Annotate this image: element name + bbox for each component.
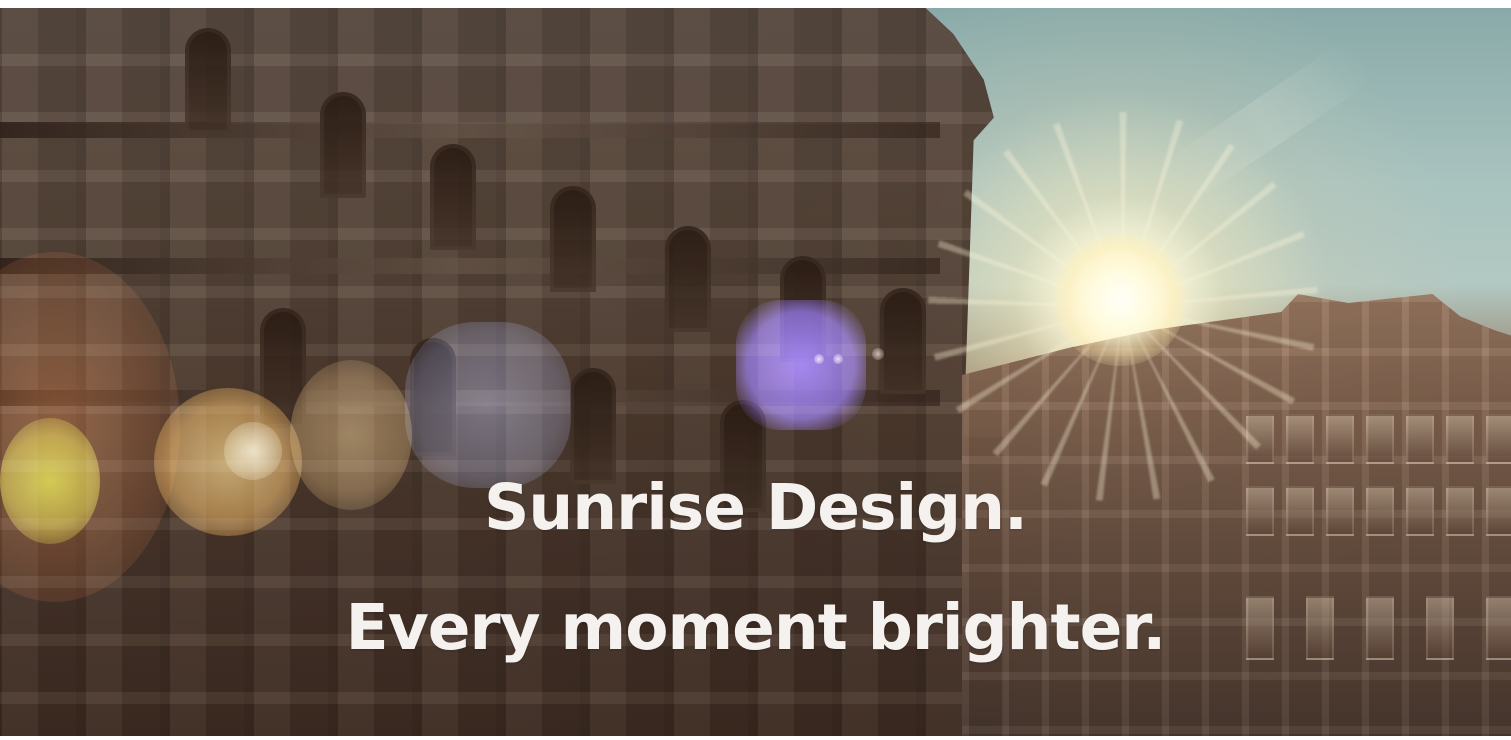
page: Sunrise Design. Every moment brighter.	[0, 0, 1511, 740]
hero-headline: Sunrise Design. Every moment brighter.	[0, 448, 1511, 688]
bottom-page-border	[0, 736, 1511, 740]
hero-banner: Sunrise Design. Every moment brighter.	[0, 8, 1511, 736]
headline-line-1: Sunrise Design.	[484, 471, 1028, 544]
headline-line-2: Every moment brighter.	[345, 591, 1167, 664]
